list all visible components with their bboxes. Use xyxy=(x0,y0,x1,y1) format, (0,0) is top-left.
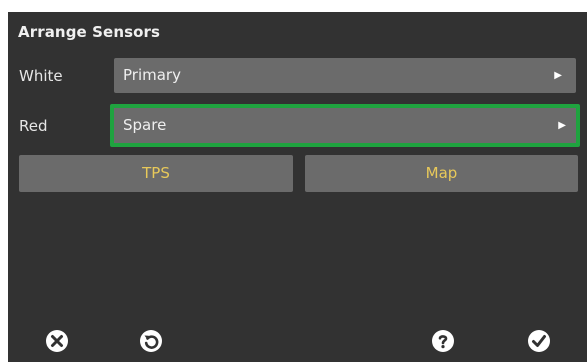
white-label: White xyxy=(19,67,63,85)
map-button[interactable]: Map xyxy=(305,155,578,192)
white-sensor-select[interactable]: Primary ▶ xyxy=(114,58,576,93)
undo-icon[interactable] xyxy=(139,329,163,353)
help-icon[interactable] xyxy=(431,329,455,353)
tps-button[interactable]: TPS xyxy=(19,155,293,192)
confirm-icon[interactable] xyxy=(527,329,551,353)
close-icon[interactable] xyxy=(45,329,69,353)
red-sensor-value: Spare xyxy=(123,116,167,134)
dialog-title: Arrange Sensors xyxy=(18,23,161,41)
triangle-right-icon: ▶ xyxy=(554,70,562,81)
arrange-sensors-dialog: Arrange Sensors White Primary ▶ Red Spar… xyxy=(8,12,587,362)
white-sensor-value: Primary xyxy=(123,66,181,84)
red-sensor-select[interactable]: Spare ▶ xyxy=(110,104,580,147)
red-label: Red xyxy=(19,117,48,135)
triangle-right-icon: ▶ xyxy=(558,120,566,131)
